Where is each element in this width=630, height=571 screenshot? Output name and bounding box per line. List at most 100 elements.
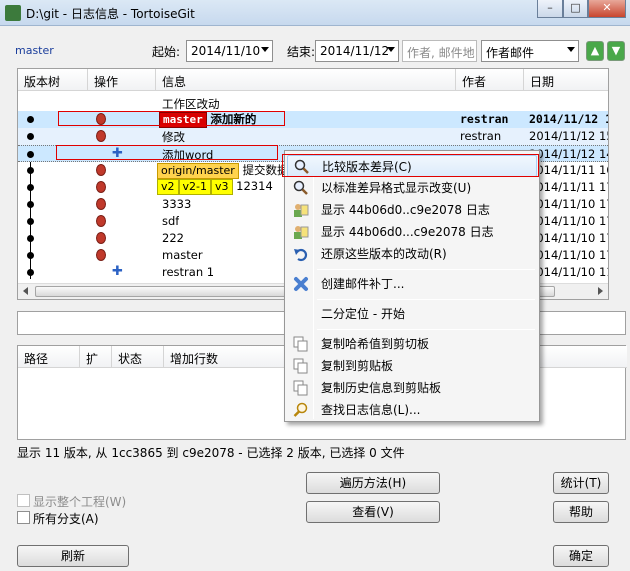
nav-up-button[interactable]: ▲ — [586, 41, 604, 61]
chevron-down-icon — [387, 47, 395, 52]
menu-item-copy-history[interactable]: 复制历史信息到剪贴板 — [287, 377, 537, 399]
menu-item-label: 二分定位 - 开始 — [321, 307, 405, 321]
menu-item-show-log-range-triple[interactable]: 显示 44b06d0...c9e2078 日志 — [287, 221, 537, 243]
log-row[interactable]: 修改 restran 2014/11/12 15:0 — [18, 128, 608, 145]
from-date-value: 2014/11/10 — [191, 44, 261, 58]
col-message[interactable]: 信息 — [156, 69, 456, 91]
chevron-down-icon — [261, 47, 269, 52]
search-icon — [293, 402, 308, 417]
log-users-icon — [294, 204, 309, 217]
menu-item-label: 还原这些版本的改动(R) — [321, 247, 447, 261]
current-branch[interactable]: master — [15, 44, 54, 57]
from-date-picker[interactable]: 2014/11/10 — [186, 40, 273, 62]
menu-item-label: 创建邮件补丁... — [321, 277, 405, 291]
row-date: 2014/11/10 17:2 — [529, 214, 608, 228]
title-bar: D:\git - 日志信息 - TortoiseGit – □ ✕ — [0, 0, 630, 26]
menu-separator — [317, 329, 535, 330]
row-date: 2014/11/12 15:0 — [529, 129, 608, 143]
maximize-button[interactable]: □ — [563, 0, 588, 18]
commit-dot-icon — [27, 269, 34, 276]
row-date: 2014/11/10 17:2 — [529, 197, 608, 211]
row-author: restran — [460, 129, 502, 143]
commit-dot-icon — [27, 184, 34, 191]
status-text: 显示 11 版本, 从 1cc3865 到 c9e2078 - 已选择 2 版本… — [17, 446, 405, 460]
menu-item-revert-changes[interactable]: 还原这些版本的改动(R) — [287, 243, 537, 265]
menu-item-create-patch[interactable]: 创建邮件补丁... — [287, 273, 537, 295]
scroll-left-icon[interactable] — [23, 287, 28, 295]
patch-icon — [294, 277, 308, 291]
row-message: v2 v2-1 v3 12314 — [157, 179, 273, 195]
col-status[interactable]: 状态 — [112, 346, 164, 368]
search-placeholder: 作者, 邮件地 — [407, 46, 475, 60]
all-branches-checkbox[interactable] — [17, 511, 30, 524]
row-date: 2014/11/10 17:0 — [529, 231, 608, 245]
commit-dot-icon — [27, 218, 34, 225]
row-message: 修改 — [162, 130, 185, 144]
version-tag: v2 — [157, 179, 179, 195]
tortoisegit-icon — [5, 5, 21, 21]
to-date-picker[interactable]: 2014/11/12 — [315, 40, 399, 62]
menu-item-label: 查找日志信息(L)... — [321, 403, 421, 417]
col-actions[interactable]: 操作 — [88, 69, 156, 91]
row-message: 222 — [162, 231, 184, 245]
menu-item-unified-diff[interactable]: 以标准差异格式显示改变(U) — [287, 177, 537, 199]
version-tag: v2-1 — [178, 179, 211, 195]
menu-item-bisect-start[interactable]: 二分定位 - 开始 — [287, 303, 537, 325]
row-message-text: 12314 — [236, 179, 273, 193]
menu-item-label: 显示 44b06d0...c9e2078 日志 — [321, 225, 494, 239]
row-message: restran 1 — [162, 265, 215, 279]
modified-icon — [96, 215, 106, 227]
copy-icon — [293, 336, 308, 352]
col-ext[interactable]: 扩 — [80, 346, 112, 368]
search-input[interactable]: 作者, 邮件地 — [402, 40, 477, 62]
row-message: origin/master 提交数据 — [157, 162, 288, 179]
row-date: 2014/11/11 17:5 — [529, 180, 608, 194]
modified-icon — [96, 181, 106, 193]
row-date: 2014/11/10 11:4 — [529, 265, 608, 279]
to-label: 结束: — [287, 45, 316, 59]
highlight-box — [282, 154, 539, 177]
minimize-button[interactable]: – — [537, 0, 563, 18]
copy-icon — [293, 380, 308, 396]
statistics-button[interactable]: 统计(T) — [553, 472, 609, 494]
row-date: 2014/11/10 17:0 — [529, 248, 608, 262]
window-title: D:\git - 日志信息 - TortoiseGit — [26, 7, 195, 21]
refresh-button[interactable]: 刷新 — [17, 545, 129, 567]
menu-item-find-log[interactable]: 查找日志信息(L)... — [287, 399, 537, 421]
nav-down-button[interactable]: ▼ — [607, 41, 625, 61]
row-author: restran — [460, 112, 509, 126]
menu-separator — [317, 269, 535, 270]
menu-separator — [317, 299, 535, 300]
col-author[interactable]: 作者 — [456, 69, 524, 91]
modified-icon — [96, 249, 106, 261]
col-lines-added[interactable]: 增加行数 — [164, 346, 284, 368]
filter-select[interactable]: 作者邮件 — [481, 40, 579, 62]
show-whole-project-checkbox[interactable] — [17, 494, 30, 507]
help-button[interactable]: 帮助 — [553, 501, 609, 523]
menu-item-label: 复制哈希值到剪切板 — [321, 337, 430, 351]
menu-item-copy-clipboard[interactable]: 复制到剪贴板 — [287, 355, 537, 377]
scroll-right-icon[interactable] — [598, 287, 603, 295]
menu-item-copy-hash[interactable]: 复制哈希值到剪切板 — [287, 333, 537, 355]
row-message: 3333 — [162, 197, 192, 211]
modified-icon — [96, 164, 106, 176]
modified-icon — [96, 130, 106, 142]
ok-button[interactable]: 确定 — [553, 545, 609, 567]
close-button[interactable]: ✕ — [588, 0, 626, 18]
highlight-box — [58, 111, 285, 126]
commit-dot-icon — [27, 151, 34, 158]
menu-item-label: 以标准差异格式显示改变(U) — [321, 181, 472, 195]
filter-select-value: 作者邮件 — [486, 46, 535, 60]
log-row[interactable]: 工作区改动 — [18, 95, 608, 112]
commit-dot-icon — [27, 167, 34, 174]
from-label: 起始: — [152, 45, 181, 59]
context-menu: 比较版本差异(C) 以标准差异格式显示改变(U) 显示 44b06d0..c9e… — [282, 150, 540, 422]
view-button[interactable]: 查看(V) — [306, 501, 440, 523]
commit-dot-icon — [27, 116, 34, 123]
col-date[interactable]: 日期 — [524, 69, 608, 91]
col-path[interactable]: 路径 — [18, 346, 80, 368]
walk-method-button[interactable]: 遍历方法(H) — [306, 472, 440, 494]
menu-item-show-log-range[interactable]: 显示 44b06d0..c9e2078 日志 — [287, 199, 537, 221]
col-graph[interactable]: 版本树 — [18, 69, 88, 91]
commit-dot-icon — [27, 201, 34, 208]
